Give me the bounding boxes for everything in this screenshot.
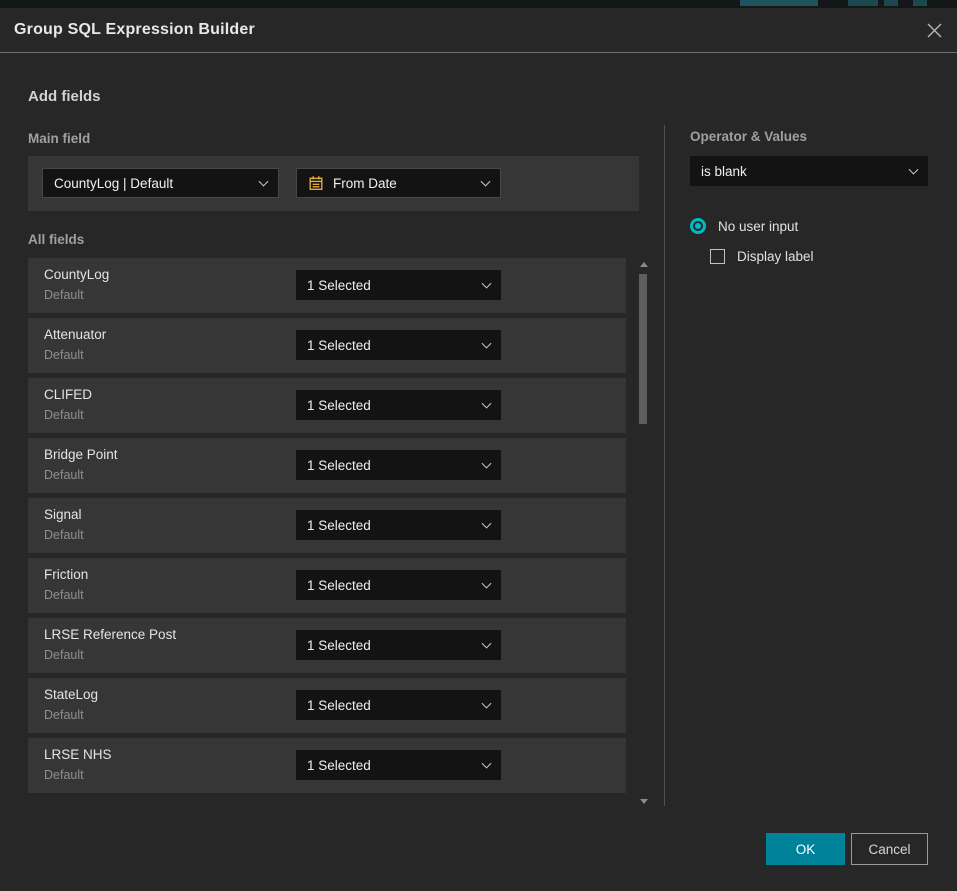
- no-user-input-option[interactable]: No user input: [690, 218, 798, 234]
- layer-select-value: CountyLog | Default: [54, 176, 173, 191]
- field-name: Signal: [44, 507, 82, 522]
- all-fields-label: All fields: [28, 232, 84, 247]
- no-user-input-label: No user input: [718, 219, 798, 234]
- background-toolbar-fragment: [740, 0, 818, 6]
- chevron-down-icon: [482, 639, 492, 649]
- chevron-down-icon: [482, 699, 492, 709]
- chevron-down-icon: [482, 459, 492, 469]
- background-app-strip: [0, 0, 957, 8]
- chevron-down-icon: [482, 339, 492, 349]
- field-selection-dropdown[interactable]: 1 Selected: [296, 750, 501, 780]
- field-sublabel: Default: [44, 468, 84, 482]
- field-row: Attenuator Default 1 Selected: [28, 318, 626, 373]
- field-selection-dropdown[interactable]: 1 Selected: [296, 270, 501, 300]
- field-selection-value: 1 Selected: [307, 458, 371, 473]
- field-row: CLIFED Default 1 Selected: [28, 378, 626, 433]
- main-field-select-value: From Date: [333, 176, 397, 191]
- add-fields-heading: Add fields: [28, 88, 101, 105]
- checkbox-unchecked-icon[interactable]: [710, 249, 725, 264]
- field-sublabel: Default: [44, 288, 84, 302]
- field-name: LRSE Reference Post: [44, 627, 176, 642]
- field-selection-value: 1 Selected: [307, 398, 371, 413]
- ok-button[interactable]: OK: [766, 833, 845, 865]
- field-selection-value: 1 Selected: [307, 638, 371, 653]
- cancel-button[interactable]: Cancel: [851, 833, 928, 865]
- panel-divider: [664, 125, 665, 806]
- chevron-down-icon: [481, 177, 491, 187]
- field-selection-dropdown[interactable]: 1 Selected: [296, 390, 501, 420]
- background-toolbar-fragment: [913, 0, 927, 6]
- field-row: LRSE NHS Default 1 Selected: [28, 738, 626, 793]
- operator-values-label: Operator & Values: [690, 129, 807, 144]
- field-selection-value: 1 Selected: [307, 518, 371, 533]
- field-sublabel: Default: [44, 528, 84, 542]
- dialog-title: Group SQL Expression Builder: [14, 21, 255, 39]
- display-label-option[interactable]: Display label: [710, 249, 814, 264]
- field-sublabel: Default: [44, 648, 84, 662]
- main-field-label: Main field: [28, 131, 90, 146]
- field-name: CountyLog: [44, 267, 109, 282]
- chevron-down-icon: [259, 177, 269, 187]
- close-icon: [926, 22, 943, 39]
- chevron-down-icon: [482, 279, 492, 289]
- field-name: Friction: [44, 567, 88, 582]
- field-sublabel: Default: [44, 348, 84, 362]
- radio-selected-icon[interactable]: [690, 218, 706, 234]
- chevron-down-icon: [482, 759, 492, 769]
- field-row: Bridge Point Default 1 Selected: [28, 438, 626, 493]
- field-selection-dropdown[interactable]: 1 Selected: [296, 570, 501, 600]
- field-name: CLIFED: [44, 387, 92, 402]
- field-selection-dropdown[interactable]: 1 Selected: [296, 690, 501, 720]
- field-selection-dropdown[interactable]: 1 Selected: [296, 330, 501, 360]
- field-name: LRSE NHS: [44, 747, 112, 762]
- chevron-down-icon: [482, 579, 492, 589]
- chevron-down-icon: [482, 519, 492, 529]
- field-row: StateLog Default 1 Selected: [28, 678, 626, 733]
- field-selection-value: 1 Selected: [307, 758, 371, 773]
- fields-list-scrollbar[interactable]: [637, 258, 650, 806]
- field-selection-dropdown[interactable]: 1 Selected: [296, 510, 501, 540]
- scroll-up-icon[interactable]: [640, 262, 648, 267]
- scroll-down-icon[interactable]: [640, 799, 648, 804]
- field-selection-value: 1 Selected: [307, 578, 371, 593]
- field-selection-value: 1 Selected: [307, 278, 371, 293]
- background-toolbar-fragment: [884, 0, 898, 6]
- field-row: Signal Default 1 Selected: [28, 498, 626, 553]
- background-toolbar-fragment: [848, 0, 878, 6]
- main-field-select-dropdown[interactable]: From Date: [296, 168, 501, 198]
- field-sublabel: Default: [44, 768, 84, 782]
- field-row: Friction Default 1 Selected: [28, 558, 626, 613]
- field-selection-dropdown[interactable]: 1 Selected: [296, 630, 501, 660]
- field-row: LRSE Reference Post Default 1 Selected: [28, 618, 626, 673]
- main-field-box: CountyLog | Default From Date: [28, 156, 639, 211]
- field-selection-value: 1 Selected: [307, 698, 371, 713]
- operator-value: is blank: [701, 164, 747, 179]
- group-sql-expression-builder-dialog: Group SQL Expression Builder Add fields …: [0, 8, 957, 891]
- display-label-label: Display label: [737, 249, 814, 264]
- dialog-titlebar: Group SQL Expression Builder: [0, 8, 957, 53]
- field-selection-dropdown[interactable]: 1 Selected: [296, 450, 501, 480]
- field-sublabel: Default: [44, 708, 84, 722]
- layer-select-dropdown[interactable]: CountyLog | Default: [42, 168, 279, 198]
- field-name: Bridge Point: [44, 447, 118, 462]
- all-fields-list: CountyLog Default 1 Selected Attenuator …: [28, 258, 626, 806]
- calendar-icon: [308, 175, 324, 191]
- field-sublabel: Default: [44, 588, 84, 602]
- chevron-down-icon: [909, 165, 919, 175]
- field-name: StateLog: [44, 687, 98, 702]
- close-button[interactable]: [924, 20, 944, 40]
- field-selection-value: 1 Selected: [307, 338, 371, 353]
- field-name: Attenuator: [44, 327, 106, 342]
- field-sublabel: Default: [44, 408, 84, 422]
- operator-dropdown[interactable]: is blank: [690, 156, 928, 186]
- scrollbar-thumb[interactable]: [639, 274, 647, 424]
- field-row: CountyLog Default 1 Selected: [28, 258, 626, 313]
- chevron-down-icon: [482, 399, 492, 409]
